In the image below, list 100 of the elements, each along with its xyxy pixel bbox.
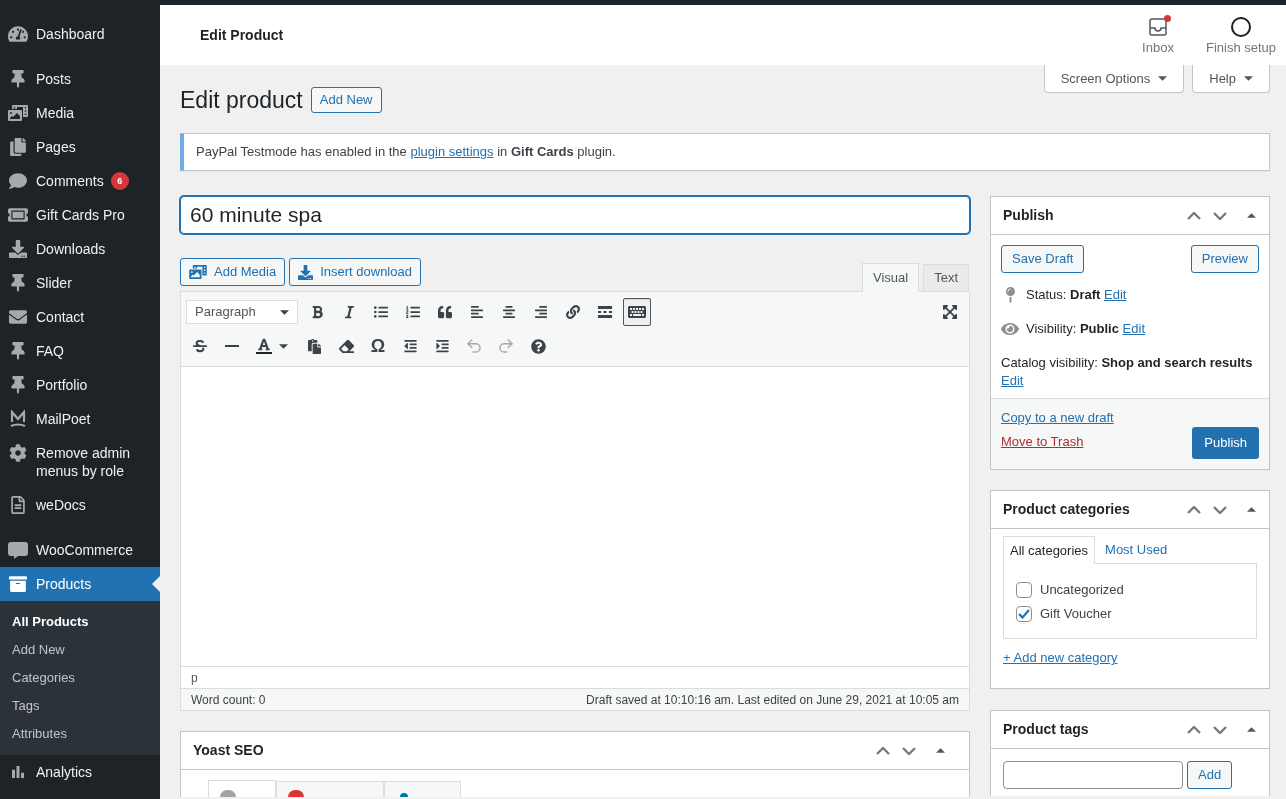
chevron-down-icon xyxy=(1213,211,1227,220)
box-title: Product tags xyxy=(1003,720,1090,739)
category-tab[interactable]: All categories xyxy=(1003,536,1096,564)
clipboard-icon xyxy=(307,338,321,354)
add-category-link[interactable]: + Add new category xyxy=(1003,649,1118,667)
sidebar-item[interactable]: Contact xyxy=(0,300,160,334)
sidebar-item[interactable]: Posts xyxy=(0,62,160,96)
save-draft-button[interactable]: Save Draft xyxy=(1001,245,1085,273)
copy-draft-link[interactable]: Copy to a new draft xyxy=(1001,409,1114,427)
publish-setting: Visibility: Public Edit xyxy=(1026,320,1146,338)
analysis-tab[interactable] xyxy=(276,781,384,797)
submenu-item[interactable]: Tags xyxy=(0,692,160,720)
sidebar-item[interactable]: MailPoet xyxy=(0,402,160,436)
help-icon xyxy=(530,338,546,354)
horizontal-line-icon xyxy=(225,345,239,347)
element-path: p xyxy=(191,669,198,687)
chevron-down-icon xyxy=(902,746,916,755)
chevron-down-icon xyxy=(1213,725,1227,734)
submenu-item[interactable]: Attributes xyxy=(0,720,160,748)
add-media-button[interactable]: Add Media xyxy=(180,258,286,286)
count-badge: 6 xyxy=(110,172,129,190)
edit-link[interactable]: Edit xyxy=(1001,373,1024,388)
archive-box-icon xyxy=(9,575,27,593)
bar-chart-icon xyxy=(9,763,27,781)
checkbox[interactable] xyxy=(1016,606,1032,622)
publish-button[interactable]: Publish xyxy=(1192,427,1259,459)
caret-up-icon xyxy=(1246,213,1256,218)
title-field[interactable]: 60 minute spa xyxy=(180,196,970,234)
sidebar-item[interactable]: Analytics xyxy=(0,755,160,789)
edit-link[interactable]: Edit xyxy=(1104,287,1127,302)
sidebar-item[interactable]: WooCommerce xyxy=(0,533,160,567)
trash-link[interactable]: Move to Trash xyxy=(1001,433,1114,451)
caret-up-icon xyxy=(1246,507,1256,512)
category-label: Uncategorized xyxy=(1040,581,1124,600)
inbox-button[interactable]: Inbox xyxy=(1128,17,1188,56)
format-select[interactable]: Paragraph xyxy=(186,300,298,324)
pointer-icon xyxy=(152,576,160,592)
comment-icon xyxy=(9,172,27,190)
sidebar-item[interactable]: Slider xyxy=(0,266,160,300)
align-right-icon xyxy=(535,305,547,319)
page-break-icon xyxy=(598,305,612,319)
box-title: Publish xyxy=(1003,206,1055,225)
insert-download-button[interactable]: Insert download xyxy=(289,258,421,286)
analysis-tab[interactable] xyxy=(384,781,461,797)
chevron-down-icon xyxy=(1213,505,1227,514)
category-label: Gift Voucher xyxy=(1040,605,1112,624)
box-title: Yoast SEO xyxy=(193,741,265,760)
chevron-up-icon xyxy=(876,746,890,755)
preview-button[interactable]: Preview xyxy=(1190,245,1259,273)
page-heading: Edit product xyxy=(180,86,303,115)
outdent-icon xyxy=(403,339,417,353)
caret-down-icon xyxy=(1244,76,1253,81)
sidebar-item[interactable]: Portfolio xyxy=(0,368,160,402)
download-icon xyxy=(9,240,27,258)
chevron-up-icon xyxy=(1187,725,1201,734)
tag-input-field[interactable] xyxy=(1003,761,1183,789)
caret-down-icon xyxy=(279,343,288,349)
checkbox[interactable] xyxy=(1016,582,1032,598)
toolbar-toggle-button[interactable] xyxy=(623,298,651,326)
editor-tab[interactable]: Text xyxy=(923,264,969,291)
inbox-tray-icon xyxy=(1149,18,1167,36)
strikethrough-icon xyxy=(193,339,207,353)
add-new-button[interactable]: Add New xyxy=(310,87,382,113)
editor-tab[interactable]: Visual xyxy=(861,263,920,292)
sidebar-item[interactable]: Remove admin menus by role xyxy=(0,436,160,488)
caret-up-icon xyxy=(1246,727,1256,732)
header-title: Edit Product xyxy=(200,25,285,45)
special-character-button[interactable]: Ω xyxy=(364,332,392,360)
sidebar-item[interactable]: Products xyxy=(0,567,160,601)
sidebar-item[interactable]: Comments 6 xyxy=(0,164,160,198)
align-left-icon xyxy=(471,305,483,319)
edit-link[interactable]: Edit xyxy=(1122,321,1145,336)
pin-icon xyxy=(1005,287,1015,303)
submenu-item[interactable]: Categories xyxy=(0,664,160,692)
sidebar-item[interactable]: weDocs xyxy=(0,488,160,522)
caret-up-icon xyxy=(935,748,945,753)
submenu-item[interactable]: Add New xyxy=(0,636,160,664)
sidebar-item[interactable]: Gift Cards Pro xyxy=(0,198,160,232)
submenu-item[interactable]: All Products xyxy=(0,608,160,636)
screen-meta-tab[interactable]: Help xyxy=(1192,65,1270,93)
caret-down-icon xyxy=(280,309,289,315)
setup-button[interactable]: Finish setup xyxy=(1202,17,1280,56)
publish-setting: Status: Draft Edit xyxy=(1026,286,1128,304)
save-status: Draft saved at 10:10:16 am. Last edited on June 29, 2021 at 10:05 am xyxy=(586,691,959,709)
word-count: Word count: 0 xyxy=(191,691,266,709)
plugin-settings-link[interactable]: plugin settings xyxy=(410,144,494,159)
sidebar-item[interactable]: Pages xyxy=(0,130,160,164)
circle-icon xyxy=(1231,17,1251,37)
ticket-icon xyxy=(8,206,28,224)
sidebar-item[interactable]: Downloads xyxy=(0,232,160,266)
logo-icon xyxy=(8,541,28,559)
category-tab[interactable]: Most Used xyxy=(1099,536,1174,563)
eraser-icon xyxy=(338,338,354,354)
document-icon xyxy=(11,496,25,514)
add-tag-button[interactable]: Add xyxy=(1187,761,1233,789)
sidebar-item[interactable]: FAQ xyxy=(0,334,160,368)
expand-icon xyxy=(943,304,957,320)
sidebar-item[interactable]: Dashboard xyxy=(0,17,160,51)
screen-meta-tab[interactable]: Screen Options xyxy=(1043,65,1185,93)
sidebar-item[interactable]: Media xyxy=(0,96,160,130)
